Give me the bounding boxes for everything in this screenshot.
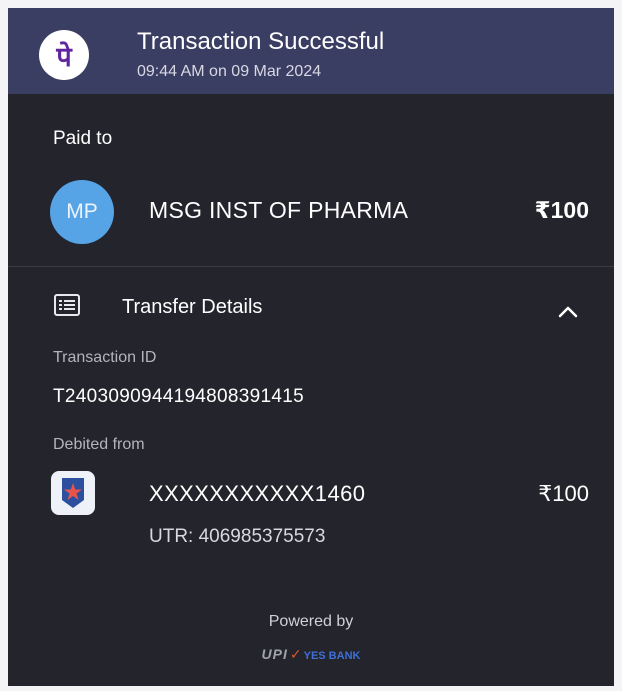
- upi-logo: UPI: [261, 646, 288, 662]
- chevron-up-icon[interactable]: [556, 304, 580, 320]
- transaction-status-title: Transaction Successful: [137, 28, 385, 55]
- check-icon: ✓: [289, 646, 302, 662]
- transaction-id-label: Transaction ID: [53, 349, 157, 366]
- divider: [8, 266, 614, 267]
- utr-number[interactable]: UTR: 406985375573: [149, 526, 325, 548]
- header: पे Transaction Successful 09:44 AM on 09…: [8, 8, 614, 94]
- receipt-card: पे Transaction Successful 09:44 AM on 09…: [8, 8, 614, 686]
- payee-name[interactable]: MSG INST OF PHARMA: [149, 197, 408, 224]
- masked-account-number: XXXXXXXXXXX1460: [149, 481, 366, 506]
- bank-logo-icon: [62, 478, 84, 508]
- transfer-details-label[interactable]: Transfer Details: [122, 296, 262, 319]
- transaction-timestamp: 09:44 AM on 09 Mar 2024: [137, 63, 322, 80]
- bank-icon: [51, 471, 95, 515]
- debited-from-label: Debited from: [53, 436, 145, 453]
- transaction-id-value[interactable]: T2403090944194808391415: [53, 386, 304, 408]
- paid-amount: ₹100: [534, 197, 589, 223]
- powered-by-label: Powered by: [268, 613, 354, 630]
- avatar: MP: [50, 180, 114, 244]
- phonepe-logo: पे: [39, 30, 89, 80]
- bank-name-logo: YES BANK: [303, 650, 361, 662]
- list-icon: [54, 294, 80, 316]
- paid-to-label: Paid to: [53, 128, 113, 149]
- upi-yes-bank-logo: UPI ✓ YES BANK: [8, 646, 614, 663]
- debited-amount: ₹100: [538, 481, 589, 506]
